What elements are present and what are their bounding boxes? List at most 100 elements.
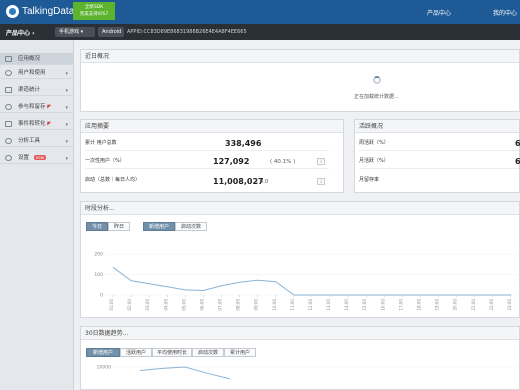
top-bar: TalkingData 全新SDK 完美支持iOS7 产品中心 我的中心 <box>0 0 520 24</box>
talkingdata-logo-icon[interactable] <box>6 5 19 18</box>
user-icon <box>5 70 12 76</box>
x-tick-label: 15:00 <box>362 299 367 311</box>
panel-title: 近日概况 <box>81 50 519 63</box>
trend-launches-button[interactable]: 启动次数 <box>192 348 224 357</box>
sidebar-item-channels[interactable]: 渠道统计 ▾ <box>0 84 74 96</box>
os-select-value: Android <box>102 29 122 35</box>
total-users-value: 338,496 <box>225 139 262 148</box>
x-tick-label: 21:00 <box>471 299 476 311</box>
y-tick-label: 0 <box>100 293 103 299</box>
appid-label: APPID:CC83D89E86831986B26E4E4A8F4EE665 <box>127 29 247 35</box>
x-tick-label: 11:00 <box>290 299 295 311</box>
brand-name[interactable]: TalkingData <box>22 6 74 17</box>
activity-row: 月活跃（%） <box>359 154 519 169</box>
trend-y-axis: 10000 <box>97 365 111 371</box>
chevron-down-icon: ▾ <box>65 71 68 77</box>
x-tick-label: 18:00 <box>417 299 422 311</box>
x-tick-label: 10:00 <box>272 299 277 311</box>
new-badge: new <box>33 155 47 160</box>
hourly-x-axis: 01:00 02:00 03:00 04:00 05:00 06:00 07:00 08:00… <box>109 295 512 311</box>
x-tick-label: 01:00 <box>109 299 114 311</box>
summary-row: 启动（总数｜每日人均） <box>85 173 329 188</box>
x-tick-label: 05:00 <box>181 299 186 311</box>
chevron-down-icon: ▾ <box>65 139 68 145</box>
sidebar-item-label: 用户和使用 <box>18 70 46 76</box>
trend-avg-duration-button[interactable]: 平均使用时长 <box>152 348 192 357</box>
recent-overview-panel: 近日概况 <box>80 49 520 112</box>
sidebar-item-label: 设置 <box>18 155 30 161</box>
sidebar: 应用概况 用户和使用 ▾ 渠道统计 ▾ 参与和留存 ◤ ▾ 事件和转化 ◤ ▾ … <box>0 40 74 390</box>
y-tick-label: 100 <box>94 272 103 278</box>
sidebar-item-label: 参与和留存 <box>18 104 46 110</box>
sdk-promo-badge[interactable]: 全新SDK 完美支持iOS7 <box>73 2 115 20</box>
chevron-down-icon: ▾ <box>65 88 68 94</box>
account-center-link[interactable]: 我的中心 <box>493 8 517 17</box>
platform-select[interactable]: 手机游戏 ▾ <box>55 27 95 37</box>
platform-select-value: 手机游戏 <box>59 29 80 35</box>
breadcrumb-product-center[interactable]: 产品中心 › <box>6 28 35 37</box>
sidebar-item-analysis[interactable]: 分析工具 ▾ <box>0 135 74 147</box>
hourly-series-line <box>112 266 511 296</box>
loading-spinner-icon <box>373 76 381 84</box>
sidebar-item-settings[interactable]: 设置 new ▾ <box>0 152 74 164</box>
analysis-icon <box>5 138 12 144</box>
x-tick-label: 04:00 <box>163 299 168 311</box>
activity-row: 周活跃（%） <box>359 136 519 151</box>
loading-text: 正在加载统计数据... <box>354 94 399 100</box>
activity-overview-panel: 活跃概况 周活跃（%） 月活跃（%） 月留存率 <box>354 119 520 193</box>
sidebar-item-retention[interactable]: 参与和留存 ◤ ▾ <box>0 101 74 113</box>
trend-active-users-button[interactable]: 活跃用户 <box>120 348 152 357</box>
new-users-button[interactable]: 新增用户 <box>143 222 175 231</box>
row-label: 一次性用户（%） <box>85 158 125 164</box>
y-tick-label: 200 <box>94 252 103 258</box>
trend-series-line <box>139 366 231 380</box>
info-button[interactable]: i <box>317 158 325 165</box>
sidebar-item-events[interactable]: 事件和转化 ◤ ▾ <box>0 118 74 130</box>
today-button[interactable]: 今日 <box>86 222 108 231</box>
os-select[interactable]: Android <box>98 27 124 37</box>
launches-button[interactable]: 启动次数 <box>175 222 207 231</box>
breadcrumb-label: 产品中心 <box>6 30 31 37</box>
x-tick-label: 12:00 <box>308 299 313 311</box>
trend-total-users-button[interactable]: 累计用户 <box>224 348 256 357</box>
promo-line-1: 全新SDK <box>84 5 104 10</box>
weekly-active-value: 6 <box>515 139 520 148</box>
x-tick-label: 16:00 <box>380 299 385 311</box>
x-tick-label: 23:00 <box>507 299 512 311</box>
x-tick-label: 19:00 <box>435 299 440 311</box>
x-tick-label: 17:00 <box>398 299 403 311</box>
one-time-users-value: 127,092 <box>213 157 250 166</box>
one-time-users-percent: ( 40.1% ) <box>270 159 296 165</box>
x-tick-label: 07:00 <box>218 299 223 311</box>
product-center-link[interactable]: 产品中心 <box>427 8 451 17</box>
x-tick-label: 08:00 <box>236 299 241 311</box>
row-label: 累计 用户总数 <box>85 140 117 146</box>
sidebar-item-label: 事件和转化 <box>18 121 46 127</box>
chevron-down-icon: ▾ <box>65 122 68 128</box>
launches-daily-avg: | 6.0 <box>256 179 269 185</box>
x-tick-label: 02:00 <box>127 299 132 311</box>
panel-title: 活跃概况 <box>355 120 519 133</box>
row-label: 月活跃（%） <box>359 158 389 164</box>
x-tick-label: 06:00 <box>199 299 204 311</box>
x-tick-label: 22:00 <box>489 299 494 311</box>
info-button[interactable]: i <box>317 178 325 185</box>
yesterday-button[interactable]: 昨日 <box>108 222 130 231</box>
hourly-y-axis: 200 100 0 <box>94 252 103 299</box>
hourly-chart: 200 100 0 01:00 02:00 03:00 04:00 05:00 06:00 07… <box>94 252 520 311</box>
panel-title[interactable]: 时段分析... <box>81 202 519 215</box>
sidebar-item-label: 应用概况 <box>18 56 41 62</box>
sidebar-item-overview[interactable]: 应用概况 <box>0 53 74 65</box>
chevron-down-icon: ▾ <box>65 105 68 111</box>
trend-new-users-button[interactable]: 新增用户 <box>86 348 120 357</box>
x-tick-label: 20:00 <box>453 299 458 311</box>
app-summary-panel: 应用摘要 累计 用户总数 一次性用户（%） 启动（总数｜每日人均） <box>80 119 344 193</box>
x-tick-label: 03:00 <box>145 299 150 311</box>
panel-title[interactable]: 30日数据趋势... <box>81 327 519 340</box>
row-label: 月留存率 <box>359 177 380 183</box>
x-tick-label: 09:00 <box>254 299 259 311</box>
flag-icon: ◤ <box>47 121 52 127</box>
sidebar-item-users[interactable]: 用户和使用 ▾ <box>0 67 74 79</box>
flag-icon: ◤ <box>47 104 52 110</box>
monthly-active-value: 6 <box>515 157 520 166</box>
